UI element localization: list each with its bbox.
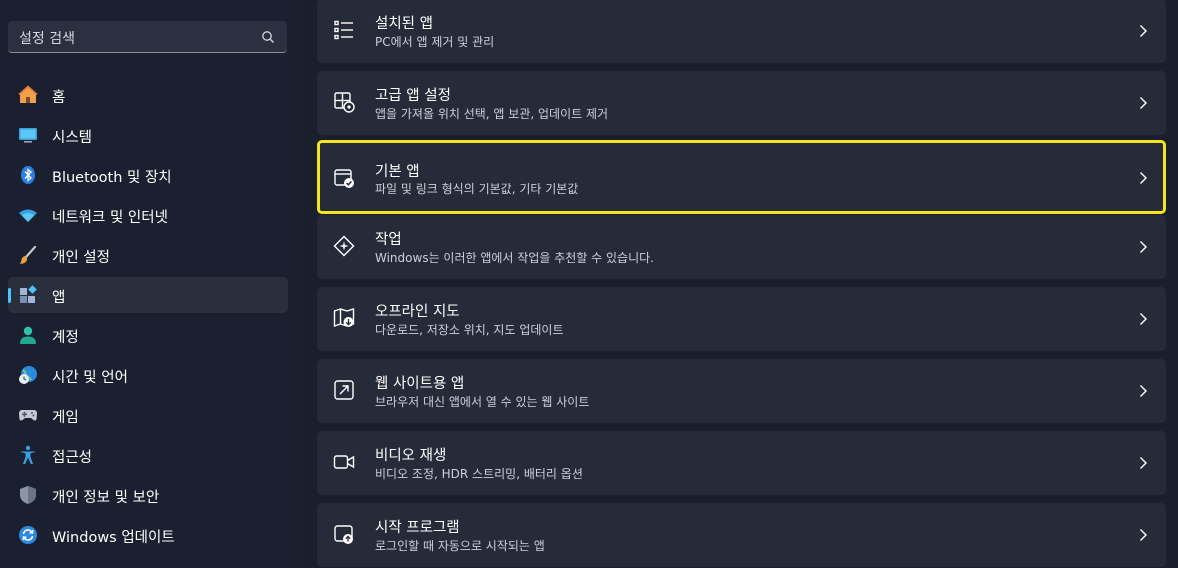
open-external-icon [334,380,354,400]
sidebar-item-privacy-security[interactable]: 개인 정보 및 보안 [8,477,288,513]
installed-apps-card[interactable]: 설치된 앱 PC에서 앱 제거 및 관리 [317,0,1166,63]
card-subtitle: Windows는 이러한 앱에서 작업을 추천할 수 있습니다. [375,251,654,265]
sidebar-item-windows-update[interactable]: Windows 업데이트 [8,517,288,553]
chevron-right-icon [1140,241,1147,253]
sidebar-item-gaming[interactable]: 게임 [8,397,288,433]
accessibility-icon [20,445,36,464]
sidebar-item-home[interactable]: 홈 [8,77,288,113]
video-playback-card[interactable]: 비디오 재생 비디오 조정, HDR 스트리밍, 배터리 옵션 [317,431,1166,495]
brush-icon [19,245,37,264]
card-subtitle: 파일 및 링크 형식의 기본값, 기타 기본값 [375,182,579,196]
system-icon [19,128,37,143]
card-subtitle: 로그인할 때 자동으로 시작되는 앱 [375,539,545,553]
account-icon [20,326,36,344]
sidebar-item-label: Bluetooth 및 장치 [52,170,172,186]
apps-for-websites-card[interactable]: 웹 사이트용 앱 브라우저 대신 앱에서 열 수 있는 웹 사이트 [317,359,1166,423]
card-title: 오프라인 지도 [375,304,460,320]
actions-icon [333,235,355,257]
bluetooth-icon [21,166,35,184]
card-subtitle: 앱을 가져올 위치 선택, 앱 보관, 업데이트 제거 [375,107,609,121]
apps-settings-page: 설치된 앱 PC에서 앱 제거 및 관리 고급 앱 설정 앱을 가져올 위치 선… [300,0,1178,568]
sidebar-item-label: 접근성 [52,450,93,466]
default-apps-icon [334,169,354,188]
advanced-app-settings-card[interactable]: 고급 앱 설정 앱을 가져올 위치 선택, 앱 보관, 업데이트 제거 [317,71,1166,135]
map-icon [333,308,355,327]
sidebar-item-time-language[interactable]: 시간 및 언어 [8,357,288,393]
sidebar-item-accounts[interactable]: 계정 [8,317,288,353]
sidebar-item-apps[interactable]: 앱 [8,277,288,313]
chevron-right-icon [1140,25,1147,37]
sidebar-item-bluetooth[interactable]: Bluetooth 및 장치 [8,157,288,193]
card-subtitle: 비디오 조정, HDR 스트리밍, 배터리 옵션 [375,467,583,481]
home-icon [18,85,38,103]
chevron-right-icon [1140,529,1147,541]
app-settings-icon [334,92,355,113]
sidebar-item-label: 개인 설정 [52,250,110,266]
update-icon [19,526,37,544]
list-icon [334,20,353,40]
sidebar-item-label: Windows 업데이트 [52,530,175,546]
card-title: 비디오 재생 [375,448,447,464]
search-box[interactable]: 설정 검색 [8,21,287,53]
card-title: 시작 프로그램 [375,520,460,536]
search-input[interactable]: 설정 검색 [19,28,75,48]
startup-icon [334,525,353,544]
sidebar-item-label: 개인 정보 및 보안 [52,490,160,506]
card-subtitle: 다운로드, 저장소 위치, 지도 업데이트 [375,323,564,337]
sidebar-item-label: 게임 [52,410,79,426]
sidebar-item-label: 앱 [52,290,66,306]
globe-clock-icon [19,366,37,384]
card-subtitle: 브라우저 대신 앱에서 열 수 있는 웹 사이트 [375,395,590,409]
video-icon [333,455,355,469]
active-indicator [8,288,11,303]
sidebar-item-label: 시스템 [52,130,93,146]
offline-maps-card[interactable]: 오프라인 지도 다운로드, 저장소 위치, 지도 업데이트 [317,287,1166,351]
startup-apps-card[interactable]: 시작 프로그램 로그인할 때 자동으로 시작되는 앱 [317,503,1166,567]
card-title: 기본 앱 [375,164,420,180]
sidebar-item-system[interactable]: 시스템 [8,117,288,153]
card-title: 작업 [375,232,402,248]
sidebar-item-network[interactable]: 네트워크 및 인터넷 [8,197,288,233]
wifi-icon [19,209,37,222]
apps-icon [20,285,37,303]
sidebar-item-label: 네트워크 및 인터넷 [52,210,168,226]
sidebar: 설정 검색 홈 시스템 Bluetooth 및 장치 네트워크 및 인터넷 개인… [0,0,300,568]
card-title: 고급 앱 설정 [375,88,451,104]
chevron-right-icon [1140,385,1147,397]
card-title: 설치된 앱 [375,16,433,32]
chevron-right-icon [1140,172,1147,184]
gamepad-icon [19,410,37,421]
sidebar-item-label: 계정 [52,330,79,346]
sidebar-item-label: 홈 [52,90,66,106]
default-apps-card[interactable]: 기본 앱 파일 및 링크 형식의 기본값, 기타 기본값 [317,140,1166,214]
chevron-right-icon [1140,97,1147,109]
sidebar-item-accessibility[interactable]: 접근성 [8,437,288,473]
chevron-right-icon [1140,313,1147,325]
search-icon[interactable] [261,30,275,44]
chevron-right-icon [1140,457,1147,469]
sidebar-item-label: 시간 및 언어 [52,370,128,386]
shield-icon [20,486,36,504]
sidebar-item-personalization[interactable]: 개인 설정 [8,237,288,273]
actions-card[interactable]: 작업 Windows는 이러한 앱에서 작업을 추천할 수 있습니다. [317,215,1166,279]
card-title: 웹 사이트용 앱 [375,376,465,392]
card-subtitle: PC에서 앱 제거 및 관리 [375,35,495,49]
